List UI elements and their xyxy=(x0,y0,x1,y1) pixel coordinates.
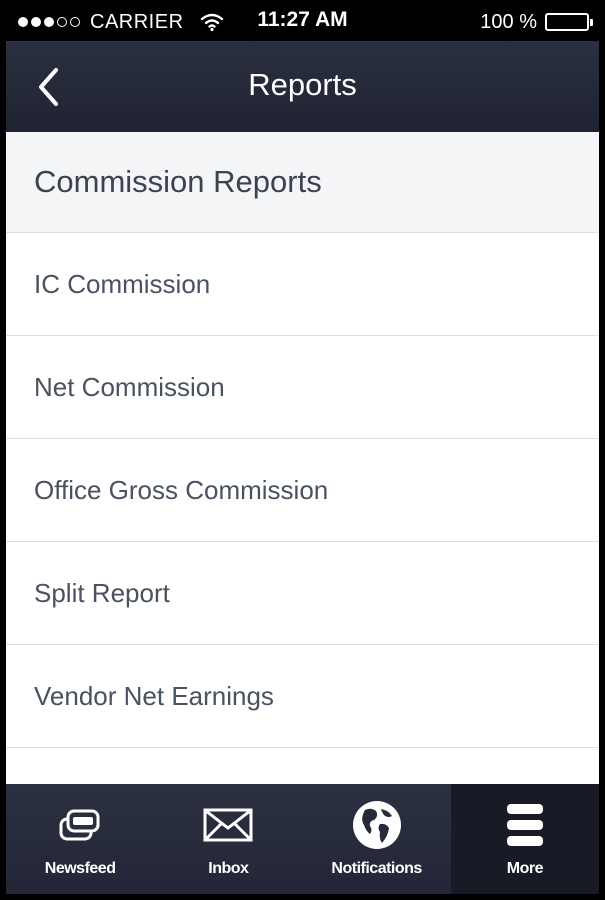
report-office-gross-commission[interactable]: Office Gross Commission xyxy=(6,439,599,542)
tab-label: More xyxy=(506,860,544,877)
newsfeed-icon xyxy=(6,800,154,850)
tab-notifications[interactable]: Notifications xyxy=(303,784,451,894)
menu-icon xyxy=(451,800,599,850)
back-button[interactable] xyxy=(28,65,68,109)
frame-bottom xyxy=(0,894,605,900)
tab-more[interactable]: More xyxy=(450,784,599,894)
tab-label: Notifications xyxy=(331,860,422,877)
battery-icon xyxy=(545,13,593,31)
envelope-icon xyxy=(154,800,302,850)
navigation-bar: Reports xyxy=(6,41,599,132)
reports-list: Commission Reports IC Commission Net Com… xyxy=(6,132,599,784)
status-right: 100 % xyxy=(480,9,593,35)
tab-newsfeed[interactable]: Newsfeed xyxy=(6,784,154,894)
chevron-left-icon xyxy=(35,67,61,107)
battery-label: 100 % xyxy=(480,10,537,33)
report-ic-commission[interactable]: IC Commission xyxy=(6,233,599,336)
tab-bar: Newsfeed Inbox Notifications More xyxy=(6,784,599,894)
tab-label: Inbox xyxy=(208,860,249,877)
globe-icon xyxy=(303,800,451,850)
report-vendor-net-earnings[interactable]: Vendor Net Earnings xyxy=(6,645,599,748)
tab-label: Newsfeed xyxy=(44,860,116,877)
tab-inbox[interactable]: Inbox xyxy=(154,784,302,894)
section-header: Commission Reports xyxy=(6,132,599,233)
report-net-commission[interactable]: Net Commission xyxy=(6,336,599,439)
status-bar: CARRIER 11:27 AM 100 % xyxy=(0,0,605,44)
page-title: Reports xyxy=(248,67,357,102)
report-split-report[interactable]: Split Report xyxy=(6,542,599,645)
